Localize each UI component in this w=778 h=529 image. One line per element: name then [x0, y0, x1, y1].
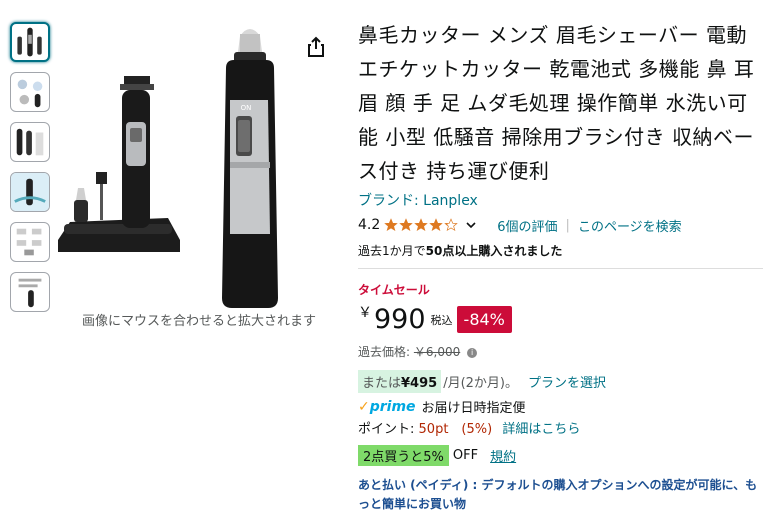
thumbnail-4[interactable] [10, 172, 50, 212]
share-icon[interactable] [306, 36, 326, 58]
coupon-row: 2点買うと5% OFF 規約 [358, 445, 768, 466]
product-details: 鼻毛カッター メンズ 眉毛シェーバー 電動 エチケットカッター 乾電池式 多機能… [358, 18, 768, 514]
coupon-badge: 2点買うと5% [358, 445, 449, 466]
thumbnail-5[interactable] [10, 222, 50, 262]
star-icon [414, 218, 429, 232]
plan-select-link[interactable]: プランを選択 [528, 372, 606, 391]
discount-badge: -84% [456, 306, 512, 333]
points-label: ポイント: [358, 422, 415, 437]
deal-badge: タイムセール [358, 283, 430, 297]
star-icon [444, 218, 459, 232]
prime-label: prime [369, 398, 416, 415]
price-row: ￥ 990 税込 -84% [358, 304, 768, 335]
rating-row: 4.2 6個の評価 | このページを検索 [358, 216, 768, 235]
installment-prefix: または [362, 376, 402, 391]
points-details-link[interactable]: 詳細はこちら [502, 422, 580, 437]
coupon-terms-link[interactable]: 規約 [490, 446, 516, 465]
reviews-link[interactable]: 6個の評価 [497, 216, 557, 235]
zoom-hint: 画像にマウスを合わせると拡大されます [81, 314, 316, 329]
svg-text:ON: ON [241, 104, 252, 112]
price: 990 [374, 304, 426, 335]
thumbnail-1[interactable] [10, 22, 50, 62]
star-icon [399, 218, 414, 232]
list-price-label: 過去価格: [358, 345, 411, 359]
prime-check-icon: ✓ [358, 398, 370, 415]
product-main-image[interactable]: ON [58, 12, 340, 308]
points-value: 50pt (5%) [418, 422, 493, 437]
info-icon[interactable]: i [467, 347, 478, 358]
star-icon [429, 218, 444, 232]
currency-symbol: ￥ [358, 304, 372, 321]
brand-link[interactable]: ブランド: Lanplex [358, 190, 768, 210]
prime-row: ✓prime お届け日時指定便 [358, 397, 768, 417]
list-price-row: 過去価格: ￥6,000 i [358, 343, 768, 360]
installment-suffix: /月(2か月)。 [443, 376, 518, 391]
thumbnail-3[interactable] [10, 122, 50, 162]
product-title: 鼻毛カッター メンズ 眉毛シェーバー 電動 エチケットカッター 乾電池式 多機能… [358, 23, 755, 183]
thumbnail-gallery [10, 22, 54, 322]
coupon-off: OFF [452, 448, 479, 463]
search-page-link[interactable]: このページを検索 [578, 216, 682, 235]
paidy-link[interactable]: あと払い (ペイディ) : デフォルトの購入オプションへの設定が可能に、もっと簡… [358, 476, 758, 514]
list-price: ￥6,000 [413, 345, 461, 359]
installment-box: または¥495 [358, 370, 442, 393]
rating-value: 4.2 [358, 217, 381, 233]
purchase-count: 過去1か月で50点以上購入されました [358, 242, 768, 259]
link-separator: | [565, 217, 570, 233]
star-icon [384, 218, 399, 232]
chevron-down-icon[interactable] [465, 219, 477, 231]
bought-count: 50点以上購入されました [425, 244, 563, 258]
bought-prefix: 過去1か月で [358, 244, 426, 258]
delivery-text: お届け日時指定便 [421, 401, 526, 416]
installment-row: または¥495 /月(2か月)。 プランを選択 [358, 370, 768, 393]
prime-logo: ✓prime [358, 399, 416, 415]
installment-amount: ¥495 [401, 376, 438, 391]
tax-label: 税込 [430, 313, 453, 327]
divider [358, 268, 763, 269]
star-rating[interactable] [384, 218, 459, 232]
thumbnail-6[interactable] [10, 272, 50, 312]
thumbnail-2[interactable] [10, 72, 50, 112]
points-row: ポイント: 50pt (5%) 詳細はこちら [358, 418, 768, 437]
